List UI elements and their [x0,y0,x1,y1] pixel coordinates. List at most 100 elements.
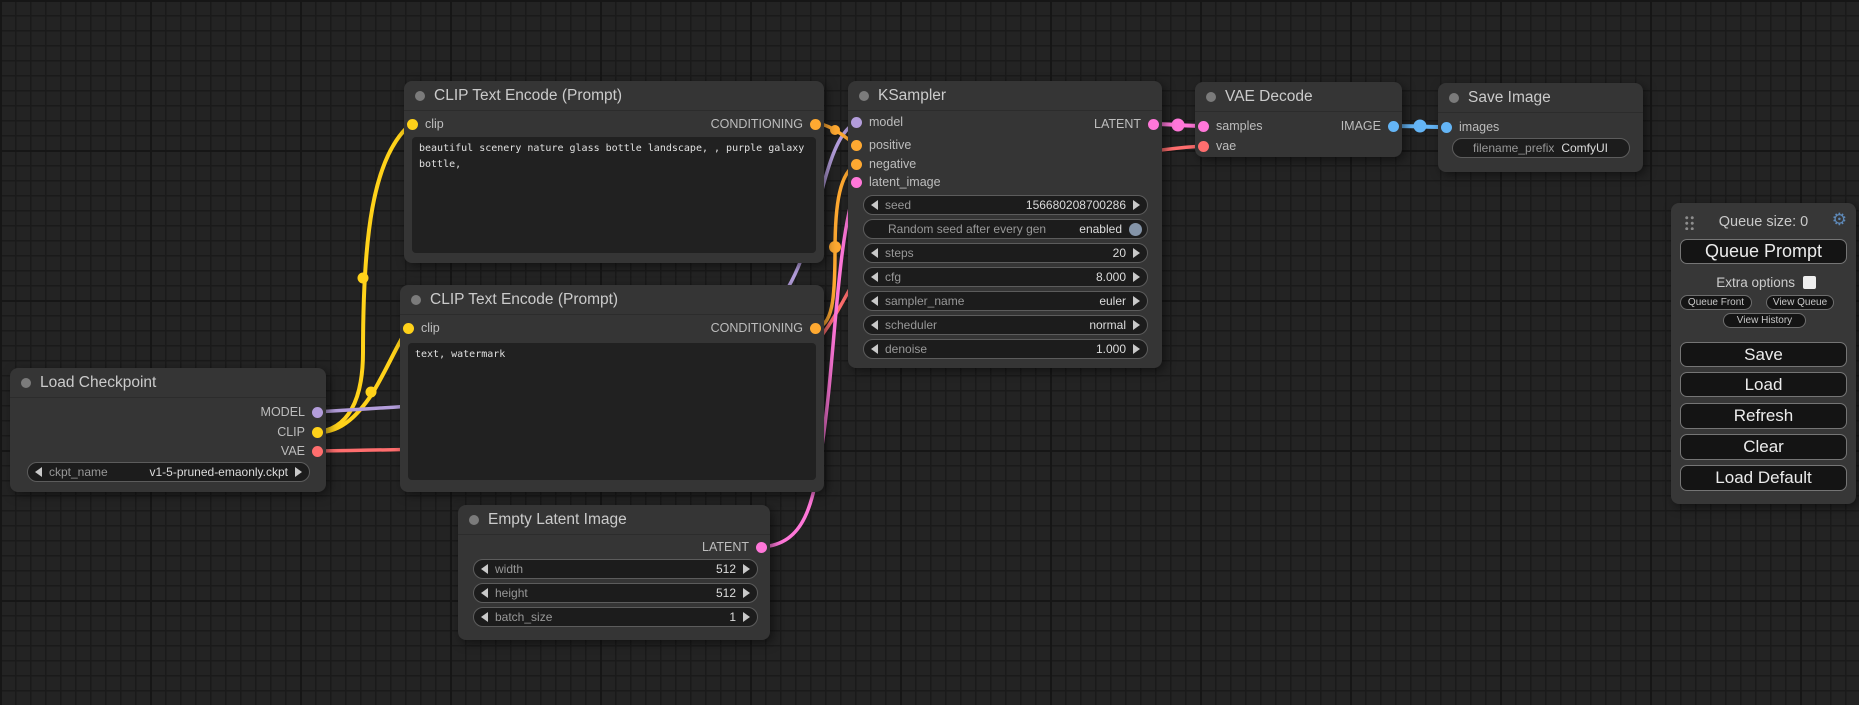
widget-label: cfg [885,270,901,284]
clear-button[interactable]: Clear [1680,434,1847,460]
seed-widget[interactable]: seed 156680208700286 [863,195,1148,215]
node-title: Empty Latent Image [488,511,627,529]
widget-label: height [495,586,528,600]
extra-options-checkbox[interactable] [1803,276,1816,289]
random-seed-widget[interactable]: Random seed after every gen enabled [863,219,1148,239]
ckpt-name-widget[interactable]: ckpt_name v1-5-pruned-emaonly.ckpt [27,462,310,482]
decrement-arrow-icon[interactable] [481,588,488,598]
increment-arrow-icon[interactable] [1133,272,1140,282]
view-queue-button[interactable]: View Queue [1766,295,1834,310]
model-port-icon[interactable] [851,117,862,128]
node-clip-text-encode-negative[interactable]: CLIP Text Encode (Prompt) clip CONDITION… [400,285,824,492]
sampler-name-widget[interactable]: sampler_name euler [863,291,1148,311]
steps-widget[interactable]: steps 20 [863,243,1148,263]
decrement-arrow-icon[interactable] [871,272,878,282]
load-button[interactable]: Load [1680,372,1847,397]
denoise-widget[interactable]: denoise 1.000 [863,339,1148,359]
width-widget[interactable]: width 512 [473,559,758,579]
load-default-button[interactable]: Load Default [1680,465,1847,491]
collapse-dot-icon[interactable] [1206,92,1216,102]
batch-size-widget[interactable]: batch_size 1 [473,607,758,627]
increment-arrow-icon[interactable] [743,612,750,622]
increment-arrow-icon[interactable] [1133,344,1140,354]
node-title-bar[interactable]: VAE Decode [1195,82,1402,112]
filename-prefix-widget[interactable]: filename_prefix ComfyUI [1452,138,1630,158]
latent-port-icon[interactable] [1148,119,1159,130]
port-label: positive [869,138,911,152]
widget-value: euler [1099,294,1126,308]
clip-port-icon[interactable] [407,119,418,130]
widget-value: enabled [1079,222,1122,236]
node-title-bar[interactable]: KSampler [848,81,1162,111]
conditioning-port-icon[interactable] [851,140,862,151]
queue-front-button[interactable]: Queue Front [1680,295,1752,310]
decrement-arrow-icon[interactable] [481,564,488,574]
increment-arrow-icon[interactable] [1133,248,1140,258]
latent-port-icon[interactable] [1198,121,1209,132]
decrement-arrow-icon[interactable] [871,248,878,258]
input-clip: clip [407,115,444,133]
node-clip-text-encode-positive[interactable]: CLIP Text Encode (Prompt) clip CONDITION… [404,81,824,263]
conditioning-port-icon[interactable] [810,323,821,334]
increment-arrow-icon[interactable] [1133,296,1140,306]
collapse-dot-icon[interactable] [411,295,421,305]
decrement-arrow-icon[interactable] [481,612,488,622]
decrement-arrow-icon[interactable] [35,467,42,477]
vae-port-icon[interactable] [1198,141,1209,152]
node-title-bar[interactable]: CLIP Text Encode (Prompt) [400,285,824,315]
decrement-arrow-icon[interactable] [871,344,878,354]
clip-port-icon[interactable] [312,427,323,438]
decrement-arrow-icon[interactable] [871,296,878,306]
widget-label: Random seed after every gen [888,222,1046,236]
input-latent-image: latent_image [851,173,941,191]
node-load-checkpoint[interactable]: Load Checkpoint MODEL CLIP VAE ckpt_name… [10,368,326,492]
toggle-enabled-icon[interactable] [1129,223,1142,236]
output-vae: VAE [281,442,323,460]
scheduler-widget[interactable]: scheduler normal [863,315,1148,335]
height-widget[interactable]: height 512 [473,583,758,603]
prompt-textarea[interactable]: text, watermark [408,343,816,480]
wire-midpoint-dot [366,387,377,398]
conditioning-port-icon[interactable] [810,119,821,130]
model-port-icon[interactable] [312,407,323,418]
widget-value: 8.000 [1096,270,1126,284]
increment-arrow-icon[interactable] [295,467,302,477]
node-empty-latent-image[interactable]: Empty Latent Image LATENT width 512 heig… [458,505,770,640]
widget-label: ckpt_name [49,465,108,479]
node-title-bar[interactable]: Load Checkpoint [10,368,326,398]
conditioning-port-icon[interactable] [851,159,862,170]
output-image: IMAGE [1341,117,1399,135]
increment-arrow-icon[interactable] [743,564,750,574]
node-title-bar[interactable]: CLIP Text Encode (Prompt) [404,81,824,111]
cfg-widget[interactable]: cfg 8.000 [863,267,1148,287]
collapse-dot-icon[interactable] [415,91,425,101]
node-ksampler[interactable]: KSampler model positive negative latent_… [848,81,1162,368]
image-port-icon[interactable] [1388,121,1399,132]
image-port-icon[interactable] [1441,122,1452,133]
node-title-bar[interactable]: Save Image [1438,83,1643,113]
collapse-dot-icon[interactable] [469,515,479,525]
node-save-image[interactable]: Save Image images filename_prefix ComfyU… [1438,83,1643,172]
gear-icon[interactable]: ⚙ [1832,210,1847,230]
refresh-button[interactable]: Refresh [1680,403,1847,429]
latent-port-icon[interactable] [756,542,767,553]
view-history-button[interactable]: View History [1723,313,1806,328]
increment-arrow-icon[interactable] [1133,200,1140,210]
decrement-arrow-icon[interactable] [871,320,878,330]
increment-arrow-icon[interactable] [743,588,750,598]
node-vae-decode[interactable]: VAE Decode samples vae IMAGE [1195,82,1402,157]
clip-port-icon[interactable] [403,323,414,334]
latent-port-icon[interactable] [851,177,862,188]
node-title-bar[interactable]: Empty Latent Image [458,505,770,535]
collapse-dot-icon[interactable] [21,378,31,388]
save-button[interactable]: Save [1680,342,1847,367]
vae-port-icon[interactable] [312,446,323,457]
collapse-dot-icon[interactable] [859,91,869,101]
increment-arrow-icon[interactable] [1133,320,1140,330]
decrement-arrow-icon[interactable] [871,200,878,210]
collapse-dot-icon[interactable] [1449,93,1459,103]
node-graph-canvas[interactable]: Load Checkpoint MODEL CLIP VAE ckpt_name… [0,0,1859,705]
prompt-textarea[interactable]: beautiful scenery nature glass bottle la… [412,137,816,253]
queue-prompt-button[interactable]: Queue Prompt [1680,239,1847,264]
wire-midpoint-dot [358,273,369,284]
